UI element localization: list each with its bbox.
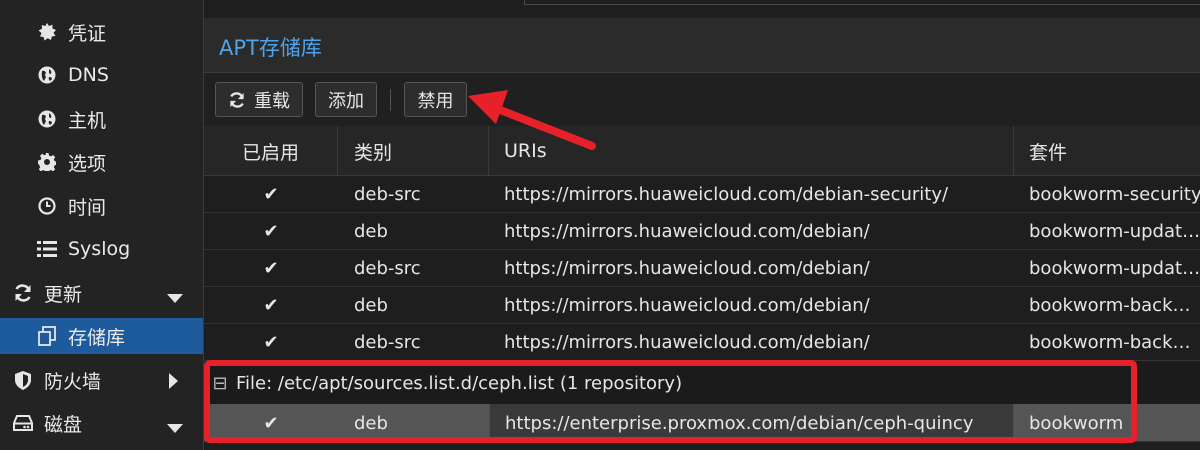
hdd-icon (12, 412, 34, 434)
uri-cell: https://mirrors.huaweicloud.com/debian/ (504, 295, 870, 316)
chevron-down-icon[interactable] (167, 287, 183, 309)
sidebar-item-disks[interactable]: 磁盘 (0, 405, 203, 441)
enabled-check-icon: ✔ (263, 184, 279, 205)
sidebar-item-repositories[interactable]: 存储库 (0, 318, 203, 354)
sidebar-item-syslog[interactable]: Syslog (0, 231, 203, 267)
group-header-ceph-list[interactable]: ⊟ File: /etc/apt/sources.list.d/ceph.lis… (204, 362, 1200, 404)
top-strip (204, 0, 1200, 18)
sidebar-item-label: 存储库 (68, 326, 126, 349)
reload-button[interactable]: 重载 (215, 82, 303, 117)
sidebar: 凭证 DNS 主机 选项 时间 Syslog 更新 存储库 防火墙 磁盘 (0, 0, 203, 450)
grid-header: 已启用 类别 URIs 套件 (204, 126, 1200, 176)
chevron-right-icon[interactable] (169, 372, 179, 394)
uri-cell: https://mirrors.huaweicloud.com/debian-s… (504, 184, 949, 205)
sidebar-item-label: 更新 (44, 283, 83, 306)
toolbar: 重载 添加 禁用 (204, 73, 1200, 126)
add-button[interactable]: 添加 (315, 82, 377, 117)
type-cell: deb-src (354, 258, 421, 279)
uri-cell: https://mirrors.huaweicloud.com/debian/ (504, 258, 870, 279)
add-button-label: 添加 (328, 90, 364, 112)
suite-cell: bookworm-back… (1029, 295, 1191, 316)
table-row[interactable]: ✔ deb https://mirrors.huaweicloud.com/de… (204, 213, 1200, 250)
suite-cell: bookworm-back… (1029, 332, 1191, 353)
sidebar-item-label: 磁盘 (44, 413, 83, 436)
sidebar-item-label: 防火墙 (44, 370, 102, 393)
group-label: File: /etc/apt/sources.list.d/ceph.list … (236, 372, 683, 394)
sidebar-item-label: 时间 (68, 196, 107, 219)
column-header-suites[interactable]: 套件 (1014, 126, 1200, 176)
sidebar-item-time[interactable]: 时间 (0, 188, 203, 224)
sidebar-item-dns[interactable]: DNS (0, 57, 203, 93)
sidebar-item-hosts[interactable]: 主机 (0, 101, 203, 137)
uri-cell: https://enterprise.proxmox.com/debian/ce… (489, 404, 1014, 442)
enabled-check-icon: ✔ (263, 221, 279, 242)
type-cell: deb (354, 221, 388, 242)
sidebar-item-firewall[interactable]: 防火墙 (0, 362, 203, 398)
files-icon (36, 325, 58, 347)
shield-icon (12, 369, 34, 391)
reload-button-label: 重载 (254, 90, 290, 112)
collapse-toggle-icon[interactable]: ⊟ (208, 373, 232, 394)
table-row[interactable]: ✔ deb-src https://mirrors.huaweicloud.co… (204, 324, 1200, 361)
sidebar-item-options[interactable]: 选项 (0, 144, 203, 180)
page-title: APT存储库 (219, 36, 322, 60)
clock-icon (36, 195, 58, 217)
type-cell: deb (354, 295, 388, 316)
toolbar-separator (390, 89, 391, 111)
suite-cell: bookworm-updat… (1029, 221, 1200, 242)
sidebar-item-label: 主机 (68, 109, 107, 132)
enabled-check-icon: ✔ (263, 258, 279, 279)
sidebar-item-label: 凭证 (68, 22, 107, 45)
table-row[interactable]: ✔ deb https://mirrors.huaweicloud.com/de… (204, 287, 1200, 324)
suite-cell: bookworm (1029, 412, 1124, 434)
uri-cell: https://mirrors.huaweicloud.com/debian/ (504, 332, 870, 353)
suite-cell: bookworm-security (1029, 184, 1200, 205)
enabled-check-icon: ✔ (263, 412, 279, 434)
sidebar-item-certificates[interactable]: 凭证 (0, 14, 203, 50)
globe-icon (36, 64, 58, 86)
uri-cell: https://mirrors.huaweicloud.com/debian/ (504, 221, 870, 242)
type-cell: deb-src (354, 332, 421, 353)
type-cell: deb-src (354, 184, 421, 205)
table-row-selected[interactable]: ✔ deb https://enterprise.proxmox.com/deb… (204, 404, 1200, 442)
column-header-enabled[interactable]: 已启用 (204, 126, 338, 176)
sidebar-item-label: DNS (68, 64, 109, 86)
list-icon (36, 238, 58, 260)
disable-button[interactable]: 禁用 (404, 82, 467, 117)
suite-cell: bookworm-updat… (1029, 258, 1200, 279)
disable-button-label: 禁用 (417, 90, 454, 112)
column-header-type[interactable]: 类别 (338, 126, 489, 176)
sidebar-item-updates[interactable]: 更新 (0, 275, 203, 311)
type-cell: deb (354, 412, 388, 434)
table-row[interactable]: ✔ deb-src https://mirrors.huaweicloud.co… (204, 176, 1200, 213)
sidebar-item-label: Syslog (68, 238, 131, 260)
refresh-icon (228, 91, 246, 108)
enabled-check-icon: ✔ (263, 332, 279, 353)
enabled-check-icon: ✔ (263, 295, 279, 316)
globe-icon (36, 108, 58, 130)
chevron-down-icon[interactable] (167, 417, 183, 439)
panel-header: APT存储库 (204, 18, 1200, 73)
refresh-icon (12, 282, 34, 304)
gear-icon (36, 151, 58, 173)
top-panel-edge (524, 0, 1200, 5)
column-header-uris[interactable]: URIs (489, 126, 1014, 176)
sidebar-item-label: 选项 (68, 152, 107, 175)
certificate-icon (36, 21, 58, 43)
table-row[interactable]: ✔ deb-src https://mirrors.huaweicloud.co… (204, 250, 1200, 287)
